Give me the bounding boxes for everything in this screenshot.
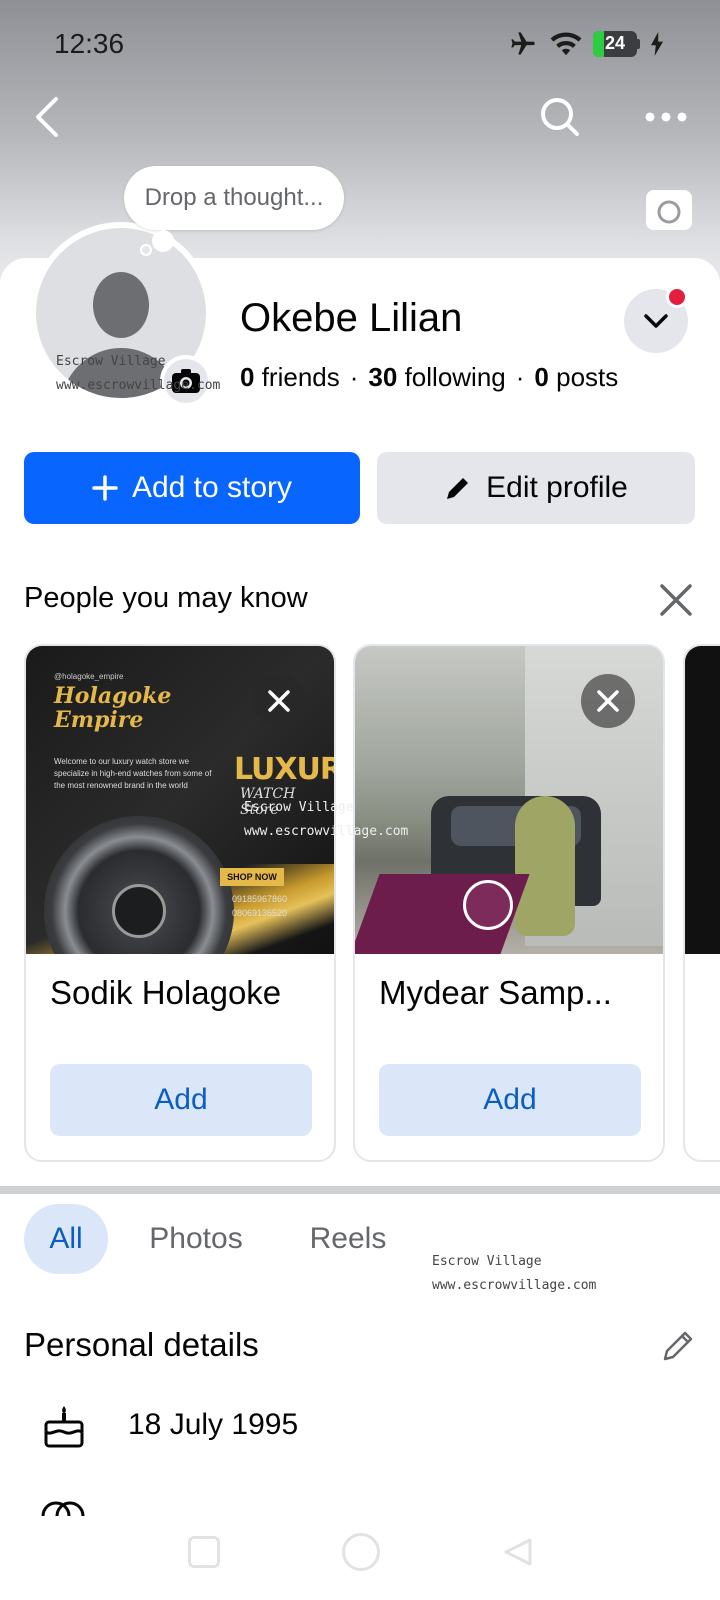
profile-stats: 0 friends · 30 following · 0 posts — [240, 362, 619, 392]
status-bar: 12:36 24 — [0, 0, 720, 92]
search-button[interactable] — [538, 95, 582, 139]
ad-brand-line2: Empire — [54, 707, 144, 733]
suggestion-card[interactable]: Mydear Samp... Add — [353, 644, 665, 1162]
edit-profile-label: Edit profile — [486, 471, 628, 504]
section-divider — [0, 1186, 720, 1194]
suggestion-card[interactable]: @holagoke_empire Holagoke Empire Welcome… — [24, 644, 336, 1162]
thought-bubble-tail — [152, 230, 174, 252]
close-icon — [597, 690, 619, 712]
edit-cover-camera-button[interactable] — [646, 190, 692, 230]
close-icon — [660, 584, 692, 616]
more-dots-icon — [645, 112, 687, 122]
tab-photos[interactable]: Photos — [136, 1204, 256, 1274]
following-count[interactable]: 30 — [368, 362, 397, 392]
watermark: Escrow Village www.escrowvillage.com — [56, 350, 220, 398]
suggestion-card-partial[interactable] — [683, 644, 720, 1162]
ad-shop-now: SHOP NOW — [220, 868, 284, 886]
ad-handle: @holagoke_empire — [54, 672, 124, 681]
edit-profile-button[interactable]: Edit profile — [377, 452, 695, 524]
search-icon — [541, 98, 579, 136]
back-button[interactable] — [28, 95, 68, 139]
edit-details-button[interactable] — [660, 1328, 696, 1364]
status-time: 12:36 — [54, 28, 125, 59]
battery-indicator: 24 — [593, 31, 640, 57]
plus-icon — [92, 475, 118, 501]
watermark-line1: Escrow Village — [56, 354, 166, 369]
pencil-icon — [447, 478, 469, 499]
battery-level-text: 24 — [604, 33, 626, 53]
friends-count[interactable]: 0 — [240, 362, 254, 392]
ad-headline: LUXURY — [234, 752, 334, 787]
chevron-left-icon — [36, 97, 58, 137]
watermark-line2: www.escrowvillage.com — [432, 1278, 597, 1293]
remove-suggestion-button[interactable] — [581, 674, 635, 728]
dismiss-pymk-button[interactable] — [656, 580, 696, 620]
watermark-line1: Escrow Village — [432, 1254, 542, 1269]
following-label[interactable]: following — [405, 362, 506, 392]
watermark: Escrow Village www.escrowvillage.com — [432, 1250, 596, 1298]
ad-brand: Holagoke Empire — [54, 684, 171, 732]
add-to-story-label: Add to story — [131, 471, 293, 504]
profile-badge-icon — [463, 880, 513, 930]
ad-phone-2: 08069136520 — [232, 908, 288, 918]
birthday-value: 18 July 1995 — [128, 1408, 299, 1441]
tab-reels[interactable]: Reels — [298, 1204, 398, 1274]
remove-suggestion-button[interactable] — [252, 674, 306, 728]
thought-bubble[interactable]: Drop a thought... — [124, 166, 344, 230]
ad-brand-line1: Holagoke — [54, 683, 172, 709]
add-to-story-button[interactable]: Add to story — [24, 452, 360, 524]
chevron-down-icon — [644, 314, 668, 328]
notification-dot — [666, 286, 688, 308]
system-back-button[interactable] — [502, 1536, 534, 1568]
suggestion-name[interactable]: Mydear Samp... — [379, 974, 651, 1012]
suggestion-name[interactable]: Sodik Holagoke — [50, 974, 322, 1012]
triangle-back-icon — [504, 1538, 532, 1566]
posts-label: posts — [556, 362, 619, 392]
camera-icon — [646, 190, 692, 230]
people-you-may-know-title: People you may know — [24, 582, 308, 614]
recent-apps-button[interactable] — [188, 1536, 220, 1568]
ad-phone-1: 09185967860 — [232, 894, 288, 904]
airplane-icon — [511, 32, 535, 55]
home-button[interactable] — [342, 1533, 380, 1571]
ad-blurb: Welcome to our luxury watch store we spe… — [54, 757, 212, 790]
tab-all[interactable]: All — [24, 1204, 108, 1274]
ad-phones: 09185967860 08069136520 — [232, 892, 287, 920]
watermark: Escrow Village www.escrowvillage.com — [244, 796, 408, 844]
thought-bubble-tail-small — [140, 244, 152, 256]
pencil-outline-icon — [663, 1331, 693, 1361]
wifi-icon — [550, 32, 582, 56]
profile-name: Okebe Lilian — [240, 296, 463, 340]
posts-count: 0 — [534, 362, 549, 392]
relationship-icon — [40, 1496, 86, 1516]
birthday-cake-icon — [42, 1404, 86, 1448]
charging-bolt-icon — [651, 32, 663, 56]
watermark-line1: Escrow Village — [244, 800, 354, 815]
suggestion-card-image[interactable] — [685, 646, 720, 954]
more-options-button[interactable] — [640, 100, 692, 134]
status-icons: 24 — [507, 30, 664, 58]
watermark-line2: www.escrowvillage.com — [56, 378, 221, 393]
add-friend-button[interactable]: Add — [50, 1064, 312, 1136]
friends-label[interactable]: friends — [262, 362, 340, 392]
watermark-line2: www.escrowvillage.com — [244, 824, 409, 839]
watch-image — [44, 816, 234, 954]
close-icon — [268, 690, 290, 712]
personal-details-title: Personal details — [24, 1326, 259, 1363]
add-friend-button[interactable]: Add — [379, 1064, 641, 1136]
